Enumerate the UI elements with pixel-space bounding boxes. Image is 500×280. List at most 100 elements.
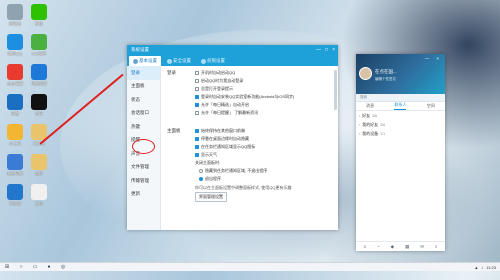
contact-group[interactable]: › 好友 3/6 <box>356 111 445 120</box>
option-tray-icon[interactable]: 在任务栏通知区域显示QQ图标 <box>195 144 255 150</box>
volume-icon[interactable]: ♪ <box>481 265 483 270</box>
desktop-icon-label: 我的电脑 <box>7 171 23 176</box>
contact-group[interactable]: › 我的好友 3/6 <box>356 120 445 129</box>
desktop-icon[interactable]: 我的电脑 <box>2 154 28 176</box>
desktop-icon[interactable]: 金山毒霸 <box>2 64 28 86</box>
search-icon[interactable]: ○ <box>14 263 28 272</box>
nav-item-status[interactable]: 状态 <box>127 93 160 107</box>
checkbox[interactable] <box>195 95 199 99</box>
checkbox[interactable] <box>195 111 199 115</box>
checkbox[interactable] <box>195 129 199 133</box>
nav-item-hotkeys[interactable]: 热键 <box>127 120 160 134</box>
group-name: 我的好友 <box>362 121 379 127</box>
desktop-icon-label: 小工具 <box>9 141 21 146</box>
option-daily-pick[interactable]: 允许「每日精选」自动开启 <box>195 102 249 108</box>
desktop-icon-label: 浏览器 <box>9 201 21 206</box>
option-lab-install[interactable]: 登录时自动安装QQ实验室新功能(Android与iOS同步) <box>195 94 294 100</box>
checkbox[interactable] <box>195 79 199 83</box>
settings-window[interactable]: 系统设置 — □ × 基本设置 安全设置 权限设置 登录 主面板 状态 会话窗口… <box>127 45 338 230</box>
checkbox[interactable] <box>195 103 199 107</box>
option-daily-reminder[interactable]: 允许「每日提醒」 了解最新资讯 <box>195 110 258 116</box>
chat-icon[interactable]: ◔ <box>377 244 380 249</box>
radio-hide-to-tray[interactable]: 隐藏到任务栏通知区域, 不退出程序 <box>199 168 267 174</box>
avatar[interactable] <box>359 67 372 80</box>
group-name: 我的设备 <box>362 130 379 136</box>
desktop-icon[interactable]: 回收站 <box>2 4 28 26</box>
desktop-icon-label: 资料 <box>35 171 43 176</box>
game-icon[interactable]: ◆ <box>391 244 394 250</box>
radio[interactable] <box>199 169 203 173</box>
app-icon[interactable]: ▦ <box>405 244 409 250</box>
option-label: 隐藏到任务栏通知区域, 不退出程序 <box>205 168 268 173</box>
option-weather[interactable]: 显示天气 <box>195 152 217 158</box>
tab-contacts[interactable]: 联系人 <box>394 102 407 110</box>
search-icon[interactable]: ⌕ <box>435 244 438 249</box>
checkbox[interactable] <box>195 145 199 149</box>
desktop-icon[interactable]: 360安全 <box>26 34 52 56</box>
qq-icon[interactable]: ● <box>42 263 56 272</box>
desktop-icon[interactable]: 小工具 <box>2 124 28 146</box>
checkbox[interactable] <box>195 137 199 141</box>
folder-icon[interactable]: ▭ <box>28 263 42 272</box>
radio-exit[interactable]: 退出程序 <box>199 176 221 182</box>
qq-window-controls[interactable]: — × <box>425 56 442 61</box>
mail-icon[interactable]: ✉ <box>420 244 424 250</box>
panel-style-button[interactable]: 界面管理设置 <box>195 192 227 202</box>
nav-item-chat-window[interactable]: 会话窗口 <box>127 107 160 121</box>
app-icon <box>7 184 23 200</box>
nav-item-login[interactable]: 登录 <box>127 66 160 80</box>
desktop-icon-label: 音乐 <box>35 111 43 116</box>
settings-scrollbar[interactable] <box>334 70 337 110</box>
tab-permission-settings[interactable]: 权限设置 <box>197 56 229 66</box>
desktop-icon[interactable]: 资料 <box>26 154 52 176</box>
tab-messages[interactable]: 消息 <box>366 103 374 109</box>
checkbox[interactable] <box>195 87 199 91</box>
option-label: 允许「每日提醒」 了解最新资讯 <box>201 110 259 115</box>
qq-signature[interactable]: 编辑个性签名 <box>375 77 396 82</box>
menu-icon[interactable]: ≡ <box>363 244 366 249</box>
option-label: 停靠在桌面边缘时自动隐藏 <box>201 136 249 141</box>
desktop-icon[interactable]: 浏览器 <box>2 184 28 206</box>
app-icon <box>7 34 23 50</box>
checkbox[interactable] <box>195 71 199 75</box>
desktop-icon[interactable]: 迅雷 <box>2 94 28 116</box>
nav-item-main-panel[interactable]: 主面板 <box>127 80 160 94</box>
desktop-icon[interactable]: 电脑管家 <box>26 64 52 86</box>
app-icon <box>31 4 47 20</box>
contact-group[interactable]: › 我的设备 1/1 <box>356 129 445 138</box>
app-icon <box>31 94 47 110</box>
radio[interactable] <box>199 177 203 181</box>
start-icon[interactable]: ⊞ <box>0 263 14 272</box>
option-label: 显示天气 <box>201 152 217 157</box>
app-icon <box>31 154 47 170</box>
desktop-icon[interactable]: 腾讯QQ <box>2 34 28 56</box>
checkbox[interactable] <box>195 153 199 157</box>
tab-space[interactable]: 空间 <box>427 103 435 109</box>
option-login-tip[interactable]: 总是打开登录提示 <box>195 86 233 92</box>
minimize-icon[interactable]: — <box>316 47 321 53</box>
nav-item-transfer[interactable]: 传输管理 <box>127 174 160 188</box>
close-icon[interactable]: × <box>332 47 335 53</box>
tab-security-settings[interactable]: 安全设置 <box>163 56 195 66</box>
nav-item-file-management[interactable]: 文件管理 <box>127 161 160 175</box>
qq-main-panel[interactable]: — × 在点在国... 编辑个性签名 搜索 消息 联系人 空间 › 好友 3/6 ›… <box>356 54 445 251</box>
tab-label: 权限设置 <box>207 58 225 63</box>
qq-bottom-bar: ≡ ◔ ◆ ▦ ✉ ⌕ <box>356 241 445 251</box>
nav-item-update[interactable]: 更新 <box>127 188 160 202</box>
desktop-icon[interactable]: 音乐 <box>26 94 52 116</box>
maximize-icon[interactable]: □ <box>325 47 328 53</box>
browser-icon[interactable]: ◎ <box>56 263 70 272</box>
option-always-on-top[interactable]: 始终保持在其他窗口前端 <box>195 128 245 134</box>
qq-search-input[interactable]: 搜索 <box>356 94 445 102</box>
settings-title: 系统设置 <box>131 47 149 52</box>
desktop-icon[interactable]: 文档 <box>26 184 52 206</box>
clock[interactable]: 11:23 <box>486 265 496 270</box>
option-autostart[interactable]: 开机时自动启动QQ <box>195 70 235 76</box>
app-icon <box>7 94 23 110</box>
option-auto-hide[interactable]: 停靠在桌面边缘时自动隐藏 <box>195 136 249 142</box>
network-icon[interactable]: ▲ <box>474 265 478 270</box>
tab-basic-settings[interactable]: 基本设置 <box>129 56 161 66</box>
option-autologin[interactable]: 启动QQ时为我自动登录 <box>195 78 243 84</box>
desktop-icon[interactable]: 微信 <box>26 4 52 26</box>
settings-titlebar[interactable]: 系统设置 — □ × <box>127 45 338 55</box>
